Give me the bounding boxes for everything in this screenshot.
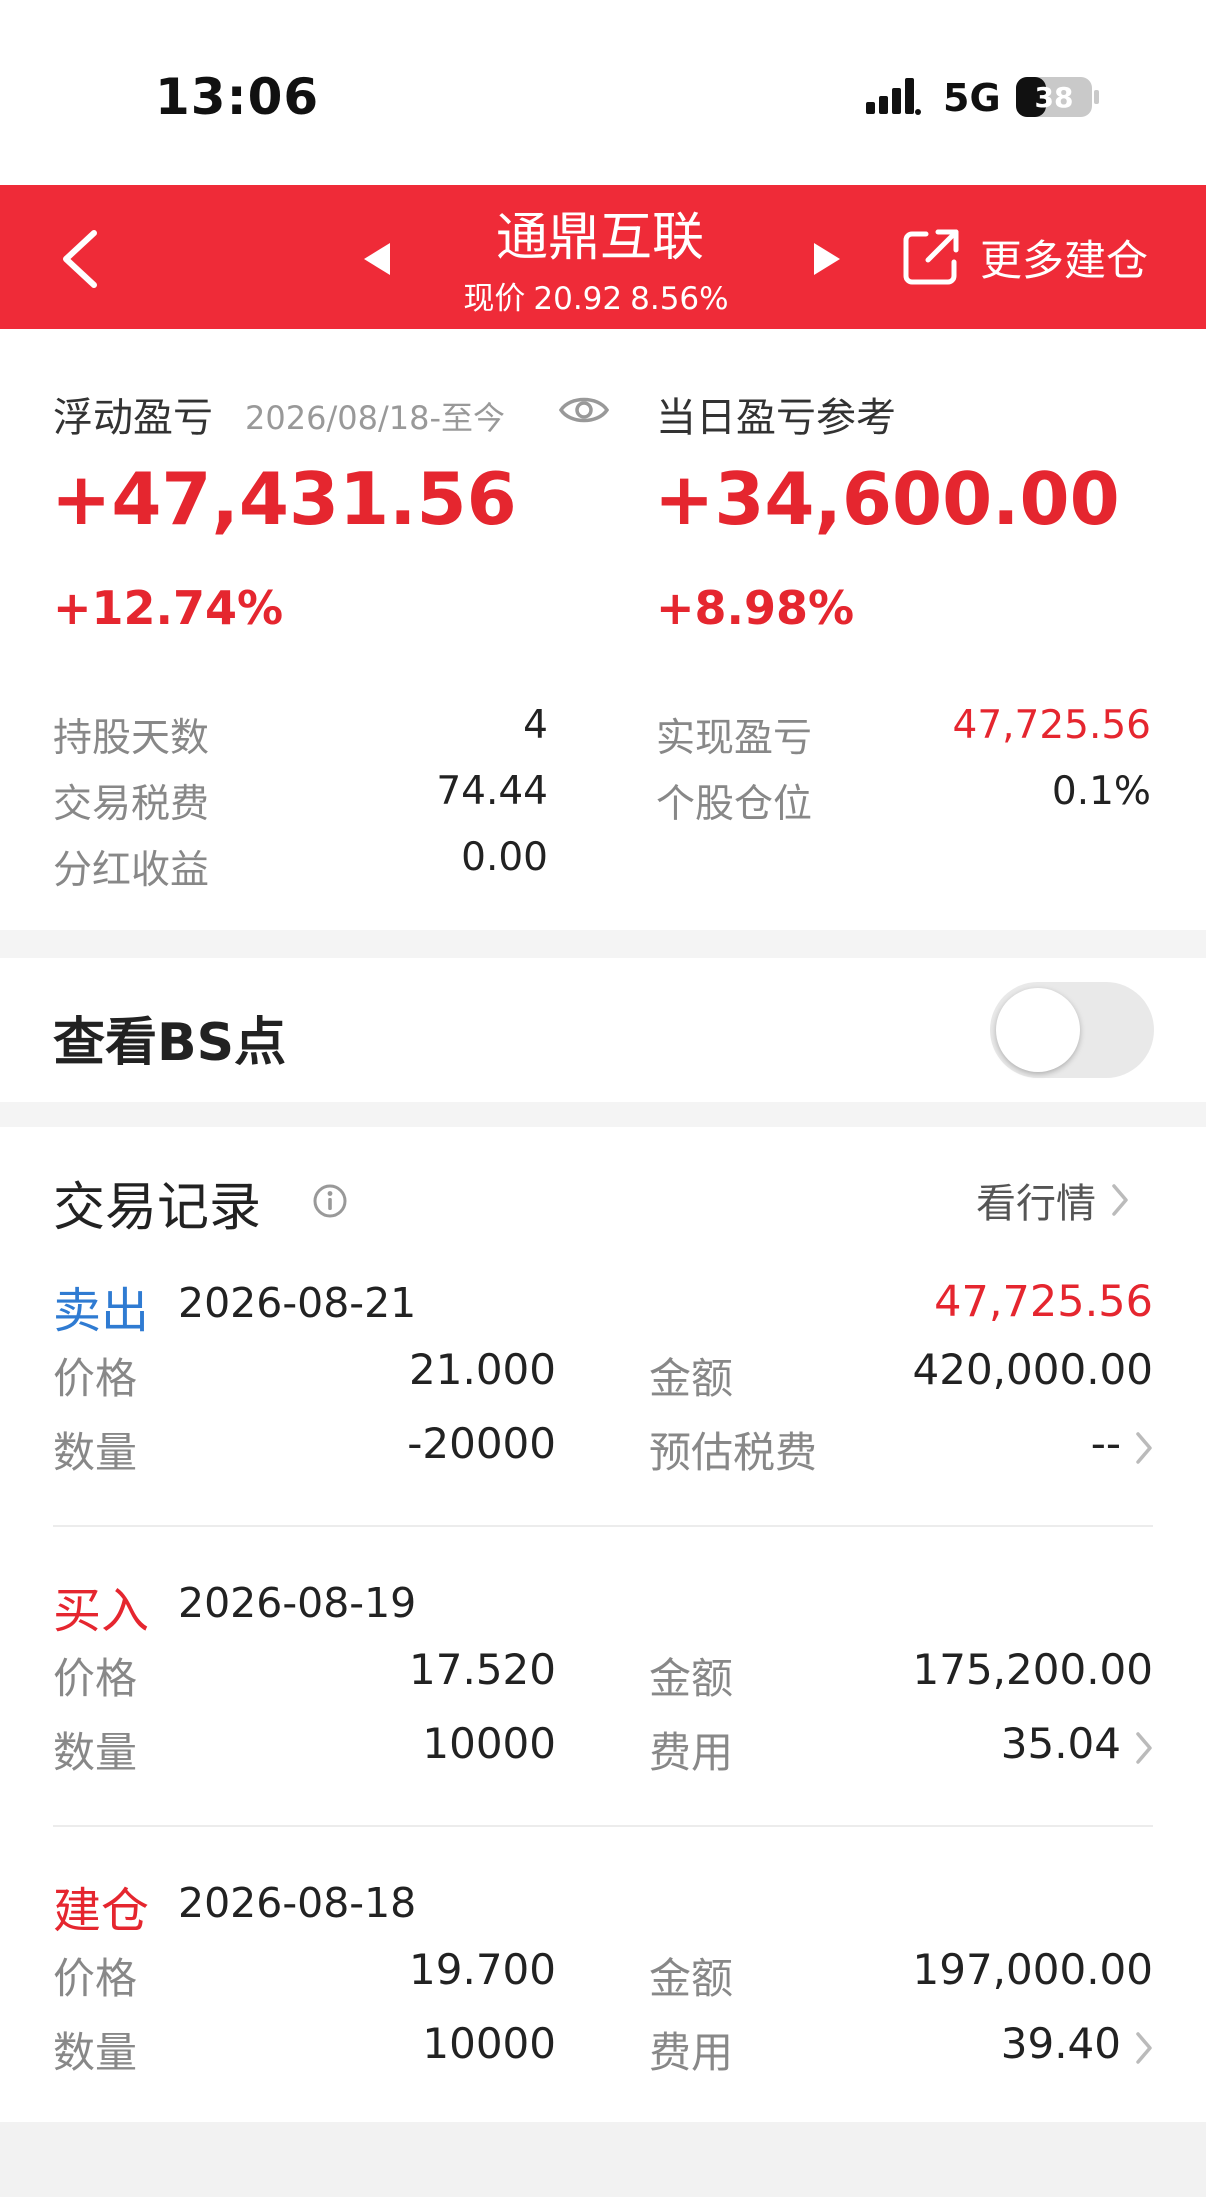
trade-fees-value: 74.44 <box>436 769 548 814</box>
realized-pnl-label: 实现盈亏 <box>656 716 813 761</box>
floating-pnl-pct: +12.74% <box>53 581 284 635</box>
price-label: 现价 <box>463 281 526 317</box>
stock-header: 通鼎互联 现价 20.92 8.56% 更多建仓 <box>0 185 1206 329</box>
status-time: 13:06 <box>155 68 320 126</box>
chevron-right-icon[interactable] <box>1135 1731 1153 1765</box>
amount-label: 金额 <box>649 1654 734 1703</box>
stock-price-line: 现价 20.92 8.56% <box>400 273 800 318</box>
trade-quantity: 10000 <box>422 1719 556 1768</box>
info-icon[interactable] <box>312 1183 348 1219</box>
price-label: 价格 <box>53 1954 138 2003</box>
record-divider <box>53 1825 1153 1827</box>
chevron-right-icon <box>1112 1184 1128 1216</box>
record-divider <box>53 1525 1153 1527</box>
dividend-value: 0.00 <box>461 835 548 880</box>
trade-fee: 35.04 <box>1000 1719 1121 1768</box>
holding-days-value: 4 <box>523 703 548 748</box>
trade-records: 交易记录 看行情 卖出 2026-08-21 47,725.56 价格 21.0… <box>0 1127 1206 2122</box>
quantity-label: 数量 <box>53 2028 138 2077</box>
daily-pnl-amount: +34,600.00 <box>654 457 1120 541</box>
trade-record-buy[interactable]: 买入 2026-08-19 价格 17.520 金额 175,200.00 数量… <box>0 1571 1206 1777</box>
back-icon[interactable] <box>58 227 102 291</box>
daily-pnl-label: 当日盈亏参考 <box>656 395 896 441</box>
section-divider <box>0 930 1206 958</box>
fee-label: 费用 <box>649 1728 734 1777</box>
chevron-right-icon[interactable] <box>1135 1431 1153 1465</box>
holding-days-label: 持股天数 <box>53 716 210 761</box>
trade-record-sell[interactable]: 卖出 2026-08-21 47,725.56 价格 21.000 金额 420… <box>0 1271 1206 1477</box>
price-label: 价格 <box>53 1354 138 1403</box>
signal-icon <box>866 78 921 115</box>
trade-amount: 420,000.00 <box>912 1345 1153 1394</box>
fee-label: 费用 <box>649 2028 734 2077</box>
trade-quantity: -20000 <box>407 1419 556 1468</box>
price-label: 价格 <box>53 1654 138 1703</box>
position-ratio-label: 个股仓位 <box>656 782 813 827</box>
quantity-label: 数量 <box>53 1728 138 1777</box>
section-divider <box>0 1102 1206 1127</box>
trade-fee: 39.40 <box>1000 2019 1121 2068</box>
pnl-summary: 浮动盈亏 2026/08/18-至今 +47,431.56 +12.74% 当日… <box>0 329 1206 930</box>
chevron-right-icon[interactable] <box>1135 2031 1153 2065</box>
trade-type: 买入 <box>53 1583 150 1639</box>
view-market-link[interactable]: 看行情 <box>976 1171 1130 1229</box>
floating-pnl-label: 浮动盈亏 <box>53 395 213 441</box>
trade-date: 2026-08-18 <box>178 1879 417 1927</box>
current-price: 20.92 <box>533 281 623 317</box>
trade-price: 19.700 <box>409 1945 556 1994</box>
more-build-button[interactable]: 更多建仓 <box>900 225 1148 289</box>
more-build-label: 更多建仓 <box>980 235 1149 285</box>
bottom-area <box>0 2122 1206 2197</box>
network-label: 5G <box>943 76 1001 120</box>
trade-amount: 175,200.00 <box>912 1645 1153 1694</box>
quantity-label: 数量 <box>53 1428 138 1477</box>
external-link-icon <box>903 229 959 285</box>
floating-pnl-amount: +47,431.56 <box>51 457 517 541</box>
trade-profit: 47,725.56 <box>934 1277 1153 1327</box>
daily-pnl-pct: +8.98% <box>656 581 855 635</box>
trade-amount: 197,000.00 <box>912 1945 1153 1994</box>
status-bar: 13:06 5G 38 <box>0 0 1206 185</box>
records-title: 交易记录 <box>53 1178 262 1238</box>
trade-type: 卖出 <box>53 1283 150 1339</box>
trade-record-open[interactable]: 建仓 2026-08-18 价格 19.700 金额 197,000.00 数量… <box>0 1871 1206 2077</box>
trade-date: 2026-08-21 <box>178 1279 417 1327</box>
bs-points-label: 查看BS点 <box>53 1013 287 1073</box>
battery-icon: 38 <box>1016 77 1099 117</box>
view-market-label: 看行情 <box>976 1181 1096 1227</box>
price-change-pct: 8.56% <box>630 281 729 317</box>
dividend-label: 分红收益 <box>53 848 210 893</box>
toggle-knob <box>996 988 1080 1072</box>
stock-name: 通鼎互联 <box>495 208 704 268</box>
prev-stock-icon[interactable] <box>362 241 392 277</box>
bs-points-toggle[interactable] <box>990 982 1154 1078</box>
battery-level: 38 <box>1035 81 1074 114</box>
amount-label: 金额 <box>649 1354 734 1403</box>
fee-label: 预估税费 <box>649 1428 818 1477</box>
trade-fees-label: 交易税费 <box>53 782 210 827</box>
bs-points-row: 查看BS点 <box>0 958 1206 1102</box>
trade-fee: -- <box>1090 1419 1121 1468</box>
position-ratio-value: 0.1% <box>1051 769 1151 814</box>
trade-price: 17.520 <box>409 1645 556 1694</box>
trade-price: 21.000 <box>409 1345 556 1394</box>
trade-type: 建仓 <box>53 1883 150 1939</box>
trade-date: 2026-08-19 <box>178 1579 417 1627</box>
trade-quantity: 10000 <box>422 2019 556 2068</box>
realized-pnl-value: 47,725.56 <box>952 703 1152 748</box>
floating-date-range: 2026/08/18-至今 <box>245 399 505 437</box>
eye-icon[interactable] <box>558 391 610 429</box>
amount-label: 金额 <box>649 1954 734 2003</box>
next-stock-icon[interactable] <box>812 241 842 277</box>
